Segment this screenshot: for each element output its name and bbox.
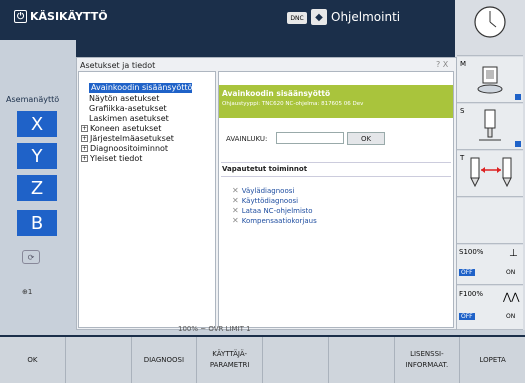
power-icon: ⏻ xyxy=(14,10,27,23)
right-softkey-column: M S T S100% OFF ON ⊥ F100% OFF ON ⋀⋀ xyxy=(455,0,525,330)
axis-y: Y xyxy=(17,143,57,169)
dnc-icon: DNC xyxy=(287,12,307,24)
clock-area xyxy=(457,0,523,56)
tree-item-general-info[interactable]: + Yleiset tiedot xyxy=(79,154,215,164)
programming-mode[interactable]: ◆ Ohjelmointi xyxy=(311,9,400,25)
function-item: ✕ Käyttödiagnoosi xyxy=(232,196,298,205)
tree-item-calculator-settings[interactable]: Laskimen asetukset xyxy=(79,114,215,124)
position-display-title: Asemanäyttö xyxy=(6,95,60,104)
on-label: ON xyxy=(506,269,516,276)
disabled-x-icon: ✕ xyxy=(232,196,239,205)
feed-override-label: F100% xyxy=(459,290,484,298)
expand-icon[interactable]: + xyxy=(81,145,88,152)
program-mode-icon: ◆ xyxy=(311,9,327,25)
axis-x: X xyxy=(17,111,57,137)
softkey-bar: OK DIAGNOOSI KÄYTTÄJÄ- PARAMETRI LISENSS… xyxy=(0,337,525,383)
off-badge: OFF xyxy=(459,313,475,320)
tool-change-icon xyxy=(470,157,512,188)
refresh-icon: ⟳ xyxy=(22,250,40,264)
tree-item-label: Koneen asetukset xyxy=(90,124,162,133)
m-label: M xyxy=(460,60,467,68)
empty-right-button[interactable] xyxy=(457,198,523,244)
disabled-x-icon: ✕ xyxy=(232,186,239,195)
axis-z: Z xyxy=(17,175,57,201)
tree-item-label: Diagnoositoiminnot xyxy=(90,144,169,153)
function-item-label: Käyttödiagnoosi xyxy=(241,196,299,205)
disabled-x-icon: ✕ xyxy=(232,206,239,215)
feed-wave-icon: ⋀⋀ xyxy=(503,292,520,303)
dialog-title: Asetukset ja tiedot xyxy=(80,61,156,70)
softkey-exit[interactable]: LOPETA xyxy=(460,337,525,383)
t-label: T xyxy=(460,154,465,162)
divider xyxy=(221,162,451,163)
softkey-diagnostics[interactable]: DIAGNOOSI xyxy=(132,337,198,383)
spindle-icon: ⊥ xyxy=(509,248,518,259)
panel-subtitle: Ohjaustyyppi: TNC620 NC-ohjelma: 817605 … xyxy=(222,101,364,107)
function-item: ✕ Väylädiagnoosi xyxy=(232,186,294,195)
key-code-input[interactable] xyxy=(276,132,344,144)
blue-indicator xyxy=(515,94,521,100)
tool-indicator-icon: ⊕1 xyxy=(22,288,33,296)
tree-item-machine-settings[interactable]: + Koneen asetukset xyxy=(79,124,215,134)
spindle-override-label: S100% xyxy=(459,248,484,256)
feed-override[interactable]: F100% OFF ON ⋀⋀ xyxy=(457,286,523,330)
expand-icon[interactable]: + xyxy=(81,125,88,132)
m-function-icon xyxy=(477,66,503,94)
spindle-override[interactable]: S100% OFF ON ⊥ xyxy=(457,245,523,285)
t-function-button[interactable]: T xyxy=(457,151,523,197)
function-item: ✕ Lataa NC-ohjelmisto xyxy=(232,206,313,215)
tree-item-system-settings[interactable]: + Järjestelmäasetukset xyxy=(79,134,215,144)
s-label: S xyxy=(460,107,465,115)
panel-title: Avainkoodin sisäänsyöttö xyxy=(222,89,331,98)
tree-item-graphics-settings[interactable]: Grafiikka-asetukset xyxy=(79,104,215,114)
softkey-user-parameters[interactable]: KÄYTTÄJÄ- PARAMETRI xyxy=(197,337,263,383)
programming-mode-label: Ohjelmointi xyxy=(331,10,401,24)
key-code-label: AVAINLUKU: xyxy=(226,135,268,143)
function-item-label: Lataa NC-ohjelmisto xyxy=(241,206,313,215)
softkey-empty-1[interactable] xyxy=(66,337,132,383)
expand-icon[interactable]: + xyxy=(81,135,88,142)
tree-item-label: Yleiset tiedot xyxy=(90,154,143,163)
off-badge: OFF xyxy=(459,269,475,276)
divider xyxy=(221,176,451,177)
softkey-empty-3[interactable] xyxy=(329,337,395,383)
settings-tree: Avainkoodin sisäänsyöttö Näytön asetukse… xyxy=(78,71,216,328)
tree-item-label: Järjestelmäasetukset xyxy=(90,134,174,143)
disabled-x-icon: ✕ xyxy=(232,216,239,225)
tree-item-diagnostics[interactable]: + Diagnoositoiminnot xyxy=(79,144,215,154)
status-strip xyxy=(0,330,525,335)
function-item-label: Väylädiagnoosi xyxy=(241,186,295,195)
machine-mode-label: KÄSIKÄYTTÖ xyxy=(30,10,108,23)
m-function-button[interactable]: M xyxy=(457,57,523,103)
tree-item-display-settings[interactable]: Näytön asetukset xyxy=(79,94,215,104)
dialog-controls[interactable]: ? X xyxy=(436,60,448,69)
s-function-button[interactable]: S xyxy=(457,104,523,150)
expand-icon[interactable]: + xyxy=(81,155,88,162)
key-ok-button[interactable]: OK xyxy=(347,132,385,145)
function-item-label: Kompensaatiokorjaus xyxy=(241,216,317,225)
on-label: ON xyxy=(506,313,516,320)
machine-mode[interactable]: ⏻ KÄSIKÄYTTÖ xyxy=(14,10,108,23)
spindle-icon xyxy=(479,109,501,141)
override-status: 100% ~ OVR LIMIT 1 xyxy=(178,325,251,333)
axis-b: B xyxy=(17,210,57,236)
softkey-empty-2[interactable] xyxy=(263,337,329,383)
tree-item-key-code[interactable]: Avainkoodin sisäänsyöttö xyxy=(89,83,193,93)
function-item: ✕ Kompensaatiokorjaus xyxy=(232,216,317,225)
freed-functions-title: Vapautetut toiminnot xyxy=(222,165,308,173)
blue-indicator xyxy=(515,141,521,147)
clock-icon xyxy=(474,6,506,38)
softkey-ok[interactable]: OK xyxy=(0,337,66,383)
softkey-license-info[interactable]: LISENSSI- INFORMAAT. xyxy=(395,337,461,383)
